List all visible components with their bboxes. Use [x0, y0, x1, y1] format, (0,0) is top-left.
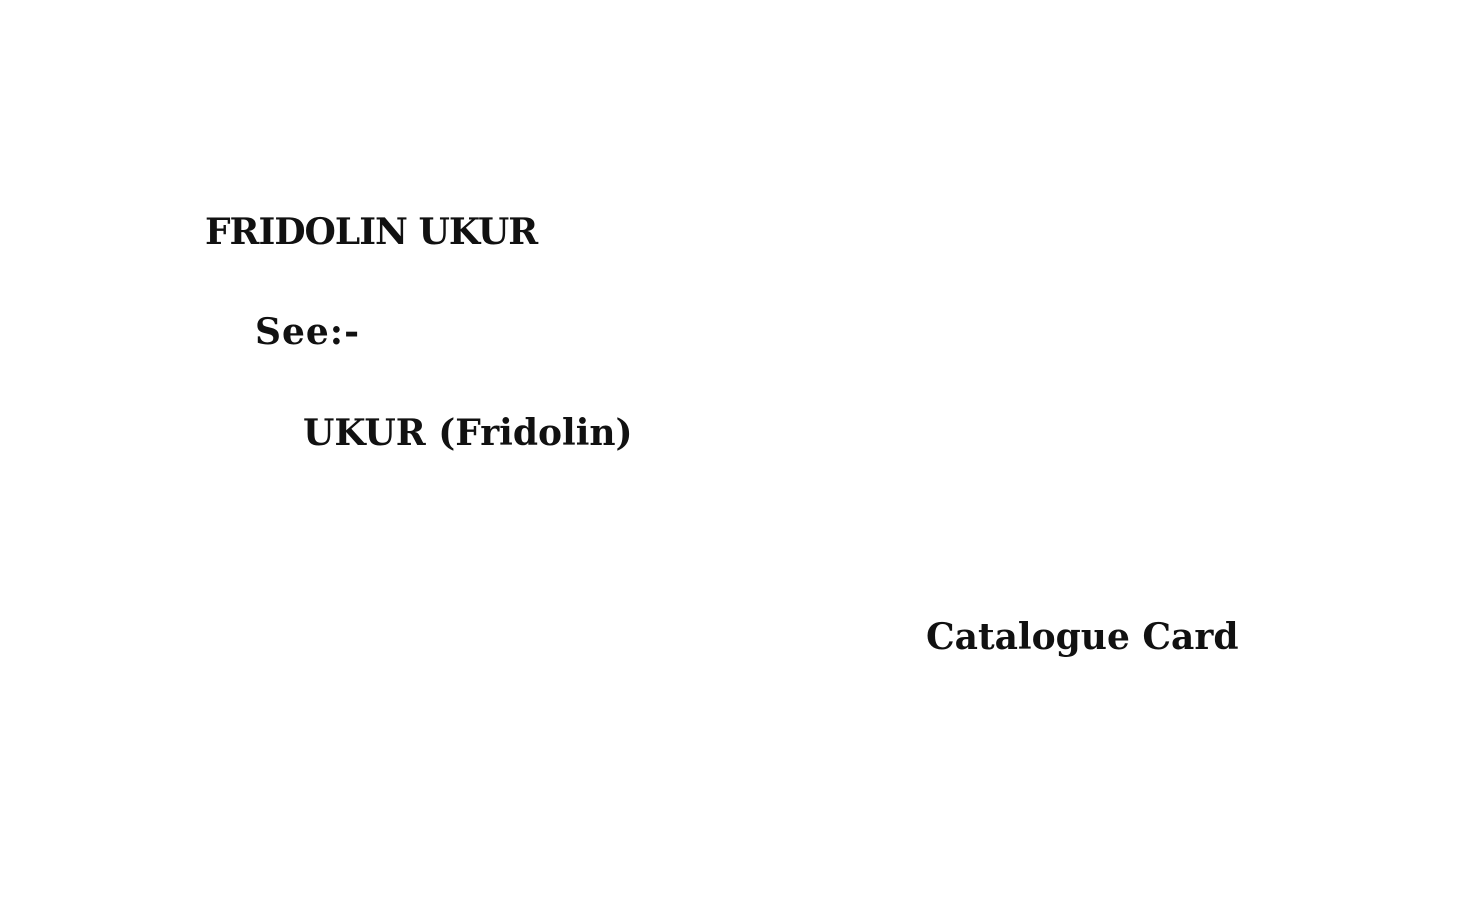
catalogue-card: FRIDOLIN UKUR See:- UKUR (Fridolin) Cata…: [0, 0, 1468, 904]
see-label: See:-: [255, 311, 361, 353]
card-heading: FRIDOLIN UKUR: [205, 211, 538, 253]
cross-reference: UKUR (Fridolin): [303, 412, 633, 454]
card-type-label: Catalogue Card: [926, 616, 1239, 658]
